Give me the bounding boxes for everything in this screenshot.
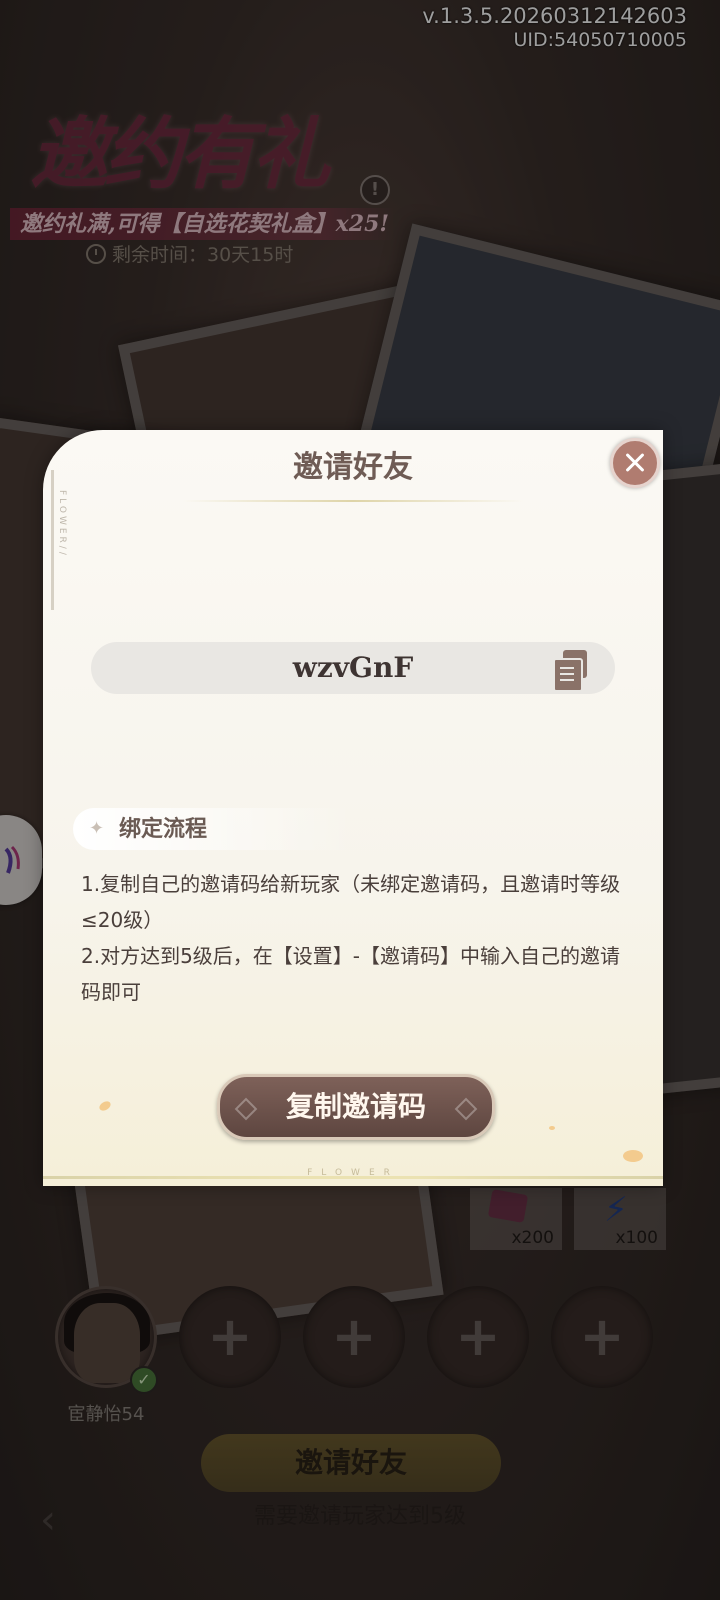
- binding-steps: 1.复制自己的邀请码给新玩家（未绑定邀请码，且邀请时等级≤20级） 2.对方达到…: [81, 866, 633, 1010]
- frame-decoration: [51, 470, 54, 610]
- footer-watermark: FLOWER: [307, 1168, 399, 1178]
- dialog-title: 邀请好友: [293, 450, 413, 485]
- petal-decoration: [549, 1126, 555, 1130]
- invite-code-text: wzvGnF: [292, 651, 414, 684]
- step-2: 2.对方达到5级后，在【设置】-【邀请码】中输入自己的邀请码即可: [81, 944, 621, 1004]
- sparkle-icon: ✦: [89, 818, 105, 839]
- close-icon[interactable]: [610, 438, 660, 488]
- side-watermark: FLOWER//: [57, 490, 67, 558]
- petal-decoration: [97, 1099, 113, 1113]
- invite-friends-dialog: FLOWER// 邀请好友 wzvGnF ✦ 绑定流程 1.复制自己的邀请码给新…: [43, 430, 663, 1186]
- copy-icon[interactable]: [553, 650, 589, 692]
- petal-decoration: [623, 1150, 643, 1162]
- title-divider: [183, 500, 523, 502]
- invite-code-field[interactable]: wzvGnF: [91, 642, 615, 694]
- copy-invite-code-button[interactable]: 复制邀请码: [217, 1074, 495, 1140]
- step-1: 1.复制自己的邀请码给新玩家（未绑定邀请码，且邀请时等级≤20级）: [81, 872, 621, 932]
- copy-icon-front: [553, 658, 583, 692]
- binding-process-header: ✦ 绑定流程: [73, 808, 353, 850]
- section-title: 绑定流程: [119, 816, 208, 842]
